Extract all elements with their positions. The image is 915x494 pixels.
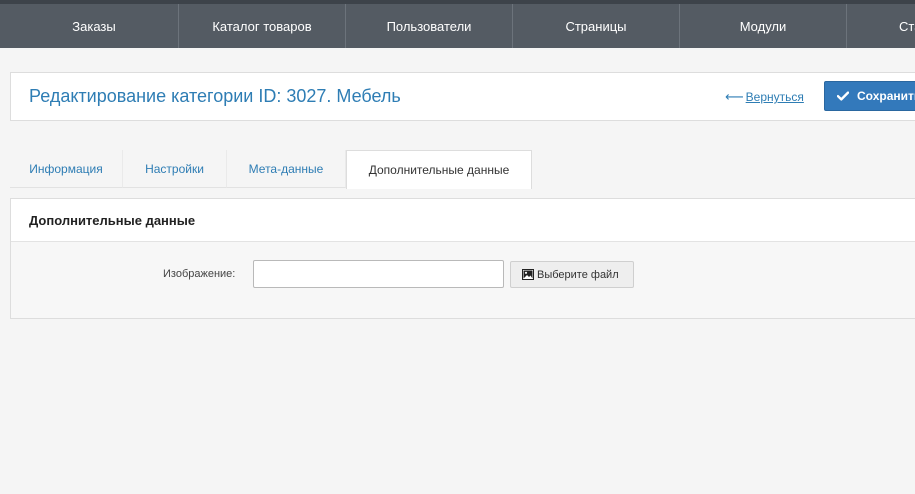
image-path-input[interactable] [253,260,504,288]
page-title: Редактирование категории ID: 3027. Мебел… [29,86,401,106]
nav-item-label: Пользователи [386,18,472,34]
nav-item-modules[interactable]: Модули [679,4,846,48]
additional-data-panel: Дополнительные данные Изображение: Выбер… [10,198,915,319]
nav-item-catalog[interactable]: Каталог товаров [178,4,345,48]
back-link[interactable]: ⟵ Вернуться [725,89,804,105]
page-header: Редактирование категории ID: 3027. Мебел… [10,72,915,121]
tab-label: Настройки [145,161,204,176]
image-field-label: Изображение: [163,268,236,280]
nav-item-label: Заказы [72,18,116,34]
top-navigation: Заказы Каталог товаров Пользователи Стра… [0,0,915,48]
image-icon [522,269,534,280]
nav-item-users[interactable]: Пользователи [345,4,512,48]
save-button[interactable]: Сохранить [824,81,915,111]
tab-label: Мета-данные [248,161,324,176]
nav-item-label: Каталог товаров [212,18,312,34]
nav-item-truncated[interactable]: Ста [846,4,915,48]
save-button-label: Сохранить [857,89,915,103]
choose-file-label: Выберите файл [537,268,619,281]
nav-item-label: Ста [899,18,915,34]
nav-item-label: Страницы [565,18,627,34]
tab-meta-data[interactable]: Мета-данные [227,150,346,188]
section-title: Дополнительные данные [11,199,915,242]
checkmark-icon [837,91,849,101]
nav-item-pages[interactable]: Страницы [512,4,679,48]
back-arrow-icon: ⟵ [725,89,744,104]
nav-item-label: Модули [739,18,787,34]
tab-information[interactable]: Информация [10,150,123,188]
tab-label: Дополнительные данные [368,163,510,177]
choose-file-button[interactable]: Выберите файл [510,261,634,288]
tab-settings[interactable]: Настройки [123,150,227,188]
back-link-label: Вернуться [745,90,804,104]
tab-label: Информация [29,161,103,176]
nav-item-orders[interactable]: Заказы [0,4,178,48]
tab-bar: Информация Настройки Мета-данные Дополни… [10,150,532,189]
tab-additional-data[interactable]: Дополнительные данные [346,150,532,189]
